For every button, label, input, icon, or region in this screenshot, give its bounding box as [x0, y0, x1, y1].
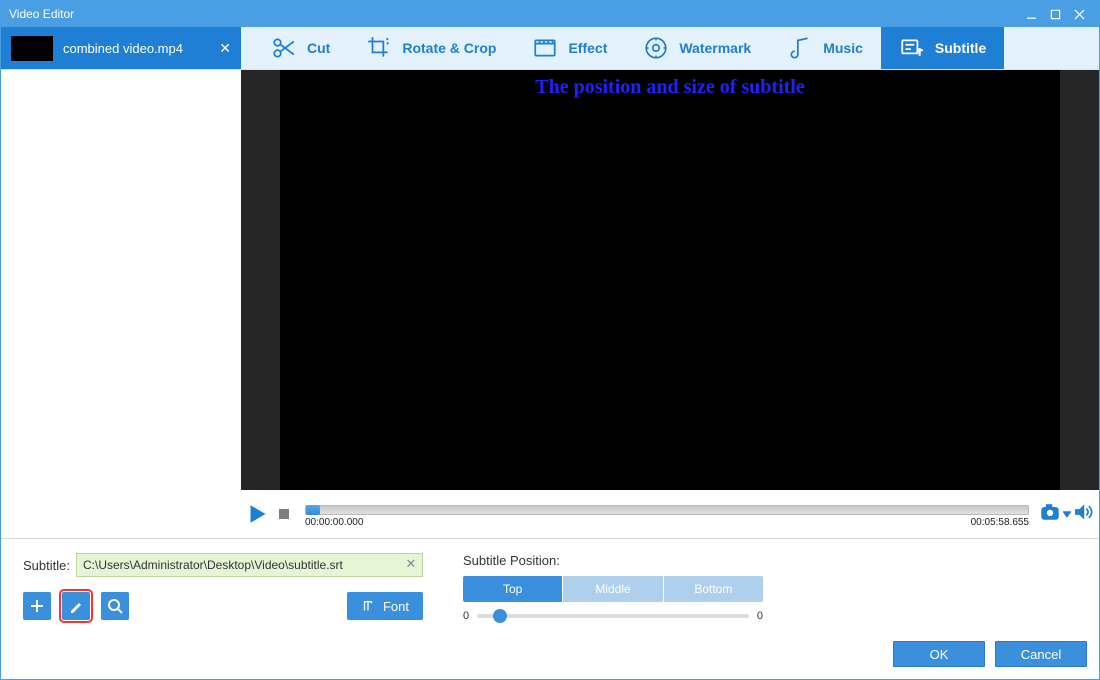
subtitle-controls: Subtitle: ✕: [23, 553, 423, 625]
top-row: combined video.mp4 ✕ Cut Rotate & Crop E…: [1, 27, 1099, 70]
seek-bar[interactable]: [305, 505, 1029, 515]
music-icon: [787, 35, 813, 61]
play-button[interactable]: [247, 503, 269, 525]
total-time: 00:05:58.655: [971, 517, 1029, 528]
crop-icon: [366, 35, 392, 61]
ok-button[interactable]: OK: [893, 641, 985, 667]
tool-row: Cut Rotate & Crop Effect Watermark Music…: [241, 27, 1099, 69]
clear-subtitle-icon[interactable]: ✕: [403, 556, 419, 572]
video-area: The position and size of subtitle: [241, 70, 1099, 490]
close-file-icon[interactable]: ✕: [219, 40, 231, 57]
slider-thumb[interactable]: [493, 609, 507, 623]
dialog-buttons: OK Cancel: [1, 635, 1099, 679]
sidebar: [1, 70, 241, 538]
position-segmented: Top Middle Bottom: [463, 576, 763, 602]
tab-label: Subtitle: [935, 40, 986, 56]
main-row: The position and size of subtitle 00:00:…: [1, 70, 1099, 538]
add-subtitle-button[interactable]: [23, 592, 51, 620]
tab-effect[interactable]: Effect: [514, 27, 625, 69]
maximize-button[interactable]: [1043, 2, 1067, 26]
slider-min: 0: [463, 610, 469, 622]
controls-panel: Subtitle: ✕: [1, 538, 1099, 635]
minimize-button[interactable]: [1019, 2, 1043, 26]
search-subtitle-button[interactable]: [101, 592, 129, 620]
subtitle-path-input[interactable]: [76, 553, 423, 577]
tab-cut[interactable]: Cut: [253, 27, 348, 69]
scissors-icon: [271, 35, 297, 61]
player-row: 00:00:00.000 00:05:58.655: [241, 490, 1099, 538]
file-tab[interactable]: combined video.mp4 ✕: [1, 27, 241, 69]
file-name: combined video.mp4: [63, 41, 209, 56]
effect-icon: [532, 35, 558, 61]
watermark-icon: [643, 35, 669, 61]
close-button[interactable]: [1067, 2, 1091, 26]
snapshot-dropdown-icon[interactable]: [1063, 505, 1071, 523]
font-button-label: Font: [383, 599, 409, 614]
stop-button[interactable]: [273, 503, 295, 525]
window-title: Video Editor: [9, 7, 1019, 21]
position-controls: Subtitle Position: Top Middle Bottom 0 0: [463, 553, 763, 625]
tab-rotate-crop[interactable]: Rotate & Crop: [348, 27, 514, 69]
position-slider[interactable]: [477, 614, 749, 618]
font-button[interactable]: Font: [347, 592, 423, 620]
tab-subtitle[interactable]: Subtitle: [881, 27, 1004, 69]
window: Video Editor combined video.mp4 ✕ Cut Ro…: [0, 0, 1100, 680]
tab-label: Cut: [307, 40, 330, 56]
volume-button[interactable]: [1073, 502, 1093, 527]
cancel-button[interactable]: Cancel: [995, 641, 1087, 667]
current-time: 00:00:00.000: [305, 517, 363, 528]
tab-label: Effect: [568, 40, 607, 56]
position-bottom[interactable]: Bottom: [663, 576, 763, 602]
subtitle-label: Subtitle:: [23, 558, 70, 573]
file-thumbnail: [11, 36, 53, 61]
video-preview[interactable]: The position and size of subtitle: [280, 70, 1060, 490]
subtitle-overlay: The position and size of subtitle: [280, 76, 1060, 99]
position-label: Subtitle Position:: [463, 553, 763, 568]
tab-music[interactable]: Music: [769, 27, 881, 69]
edit-subtitle-button[interactable]: [62, 592, 90, 620]
player-right-icons: [1039, 501, 1093, 528]
position-top[interactable]: Top: [463, 576, 562, 602]
title-bar: Video Editor: [1, 1, 1099, 27]
snapshot-button[interactable]: [1039, 501, 1061, 528]
edit-subtitle-highlight: [59, 589, 93, 623]
subtitle-icon: [899, 35, 925, 61]
slider-max: 0: [757, 610, 763, 622]
seek-bar-wrap: 00:00:00.000 00:05:58.655: [299, 501, 1035, 528]
tab-label: Rotate & Crop: [402, 40, 496, 56]
tab-label: Watermark: [679, 40, 751, 56]
tab-label: Music: [823, 40, 863, 56]
preview-column: The position and size of subtitle 00:00:…: [241, 70, 1099, 538]
position-middle[interactable]: Middle: [562, 576, 662, 602]
tab-watermark[interactable]: Watermark: [625, 27, 769, 69]
